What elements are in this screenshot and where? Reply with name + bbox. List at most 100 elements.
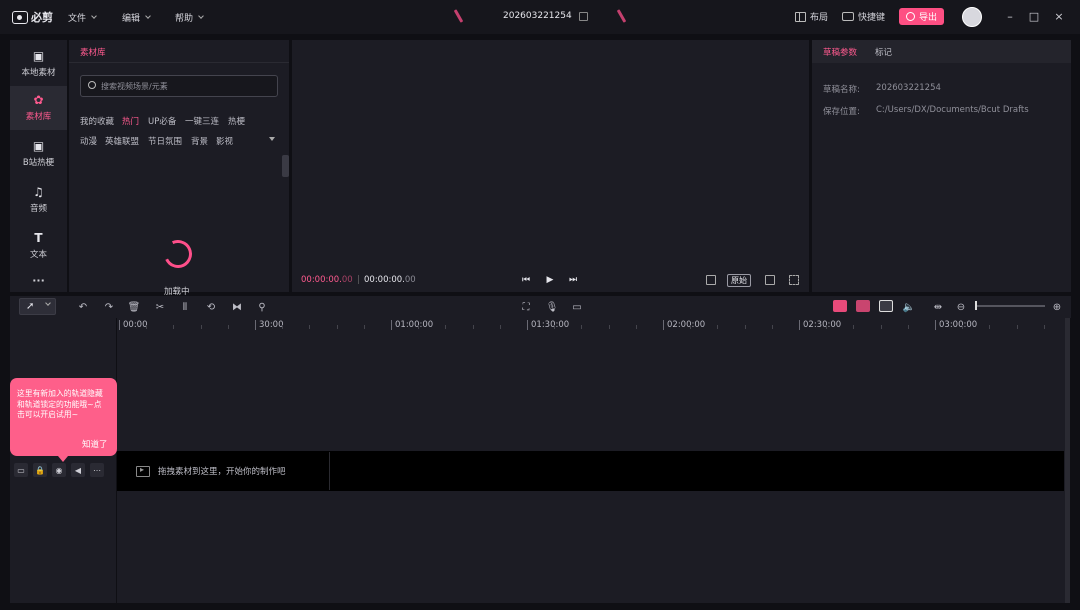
avatar[interactable] [962,7,982,27]
pin-icon: ⚲ [258,301,266,313]
film-icon [136,465,150,477]
menu-help[interactable]: 帮助 [175,11,204,24]
crop-icon[interactable] [706,275,716,285]
redo-button[interactable]: ↷ [102,300,116,314]
draft-title-text: 202603221254 [503,11,572,21]
category-favorites[interactable]: 我的收藏 [80,115,114,127]
draft-name-label: 草稿名称: [823,85,860,95]
track-more-button[interactable]: ⋯ [90,463,104,477]
close-button[interactable]: × [1051,8,1067,24]
folder-upload-icon: ▣ [32,49,45,63]
nav-more[interactable]: ··· [10,268,67,292]
toggle-snap-button[interactable] [833,300,847,312]
layout-button[interactable]: 布局 [795,10,828,23]
menu-edit[interactable]: 编辑 [122,11,151,24]
toggle-link-button[interactable] [856,300,870,312]
shortcut-button[interactable]: 快捷键 [842,10,885,23]
tab-markers[interactable]: 标记 [875,46,892,58]
ruler-label: 30:00 [259,320,284,330]
edit-icon[interactable] [578,11,588,21]
mirror-button[interactable]: ⧓ [230,300,244,314]
tab-draft-params[interactable]: 草稿参数 [823,46,857,58]
marker-button[interactable]: ⚲ [255,300,269,314]
total-timecode: 00:00:00.00 [364,275,416,285]
collapse-library-handle[interactable] [282,155,289,177]
split-button[interactable]: ✂ [153,300,167,314]
nav-audio[interactable]: ♫ 音频 [10,178,67,222]
tooltip-dismiss-button[interactable]: 知道了 [82,438,108,450]
menu-help-label: 帮助 [175,14,194,24]
layout-label: 布局 [810,13,829,23]
category-up-essentials[interactable]: UP必备 [148,115,176,127]
track-type-button[interactable]: ▭ [14,463,28,477]
music-note-icon: ♫ [33,185,44,199]
undo-button[interactable]: ↶ [76,300,90,314]
category-festival[interactable]: 节日氛围 [148,135,182,147]
ruler-major-tick [935,320,936,330]
zoom-out-button[interactable]: ⊖ [954,300,968,314]
delete-button[interactable]: 🗑 [127,300,141,314]
chevron-down-icon [198,13,204,19]
save-location-label: 保存位置: [823,107,860,117]
more-icon: ⋯ [93,465,101,475]
ruler-minor-tick [282,325,284,329]
zoom-in-button[interactable]: ⊕ [1050,300,1064,314]
track-mute-button[interactable]: ◀ [71,463,85,477]
menu-file[interactable]: 文件 [68,11,97,24]
fullscreen-icon[interactable] [789,275,799,285]
skip-forward-icon: ⏭ [568,275,578,285]
category-expand-icon[interactable] [269,137,275,141]
export-button[interactable]: 导出 [899,8,944,25]
tab-material-library[interactable]: 素材库 [80,46,106,58]
screenshot-icon[interactable] [765,275,775,285]
next-frame-button[interactable]: ⏭ [567,274,579,286]
minimize-button[interactable]: – [1002,8,1018,24]
record-voice-button[interactable]: 🎙 [545,300,559,314]
ruler-minor-tick [227,325,229,329]
smart-crop-button[interactable]: ⛶ [519,300,533,314]
track-lock-button[interactable]: 🔒 [33,463,47,477]
aspect-original-button[interactable]: 原始 [727,274,751,287]
category-film[interactable]: 影视 [216,135,233,147]
category-background[interactable]: 背景 [191,135,208,147]
category-memes[interactable]: 热梗 [228,115,245,127]
zoom-slider[interactable] [975,305,1045,307]
drop-zone[interactable]: 拖拽素材到这里，开始你的制作吧 [118,452,330,490]
ruler-minor-tick [608,325,610,329]
category-lol[interactable]: 英雄联盟 [105,135,139,147]
prev-frame-button[interactable]: ⏮ [520,274,532,286]
layout-icon [795,11,806,22]
reverse-button[interactable]: ⟲ [204,300,218,314]
nav-local-material[interactable]: ▣ 本地素材 [10,42,67,86]
record-camera-button[interactable]: ▭ [570,300,584,314]
category-anime[interactable]: 动漫 [80,135,97,147]
toggle-preview-axis-button[interactable] [879,300,893,312]
timeline-scrollbar[interactable] [1065,318,1070,603]
ruler-minor-tick [717,325,719,329]
current-time-frames: 00 [341,275,353,285]
nav-text[interactable]: T 文本 [10,224,67,268]
draft-title[interactable]: 202603221254 [503,11,588,21]
split-view-button[interactable]: ⇹ [931,300,945,314]
current-time-main: 00:00:00. [301,275,342,285]
nav-bilibili-memes[interactable]: ▣ B站热梗 [10,132,67,176]
current-timecode: 00:00:00.00 [301,275,353,285]
ruler-minor-tick [554,325,556,329]
freeze-frame-button[interactable]: ⦀ [178,300,192,314]
maximize-button[interactable]: □ [1026,8,1042,24]
ruler-major-tick [799,320,800,330]
track-controls: ▭ 🔒 ◉ ◀ ⋯ [14,463,104,477]
app-name: 必剪 [31,11,53,24]
play-button[interactable]: ▶ [544,274,556,286]
zoom-slider-handle[interactable] [975,301,977,310]
search-icon [88,81,96,89]
category-triple[interactable]: 一键三连 [185,115,219,127]
scissors-icon: ✂ [155,301,165,313]
eye-icon: ◉ [55,465,63,475]
select-tool-dropdown[interactable] [19,298,56,315]
nav-material-library[interactable]: ✿ 素材库 [10,86,67,130]
category-hot[interactable]: 热门 [122,115,139,127]
menu-edit-label: 编辑 [122,14,141,24]
toggle-audio-button[interactable]: 🔈 [902,300,916,314]
track-visibility-button[interactable]: ◉ [52,463,66,477]
